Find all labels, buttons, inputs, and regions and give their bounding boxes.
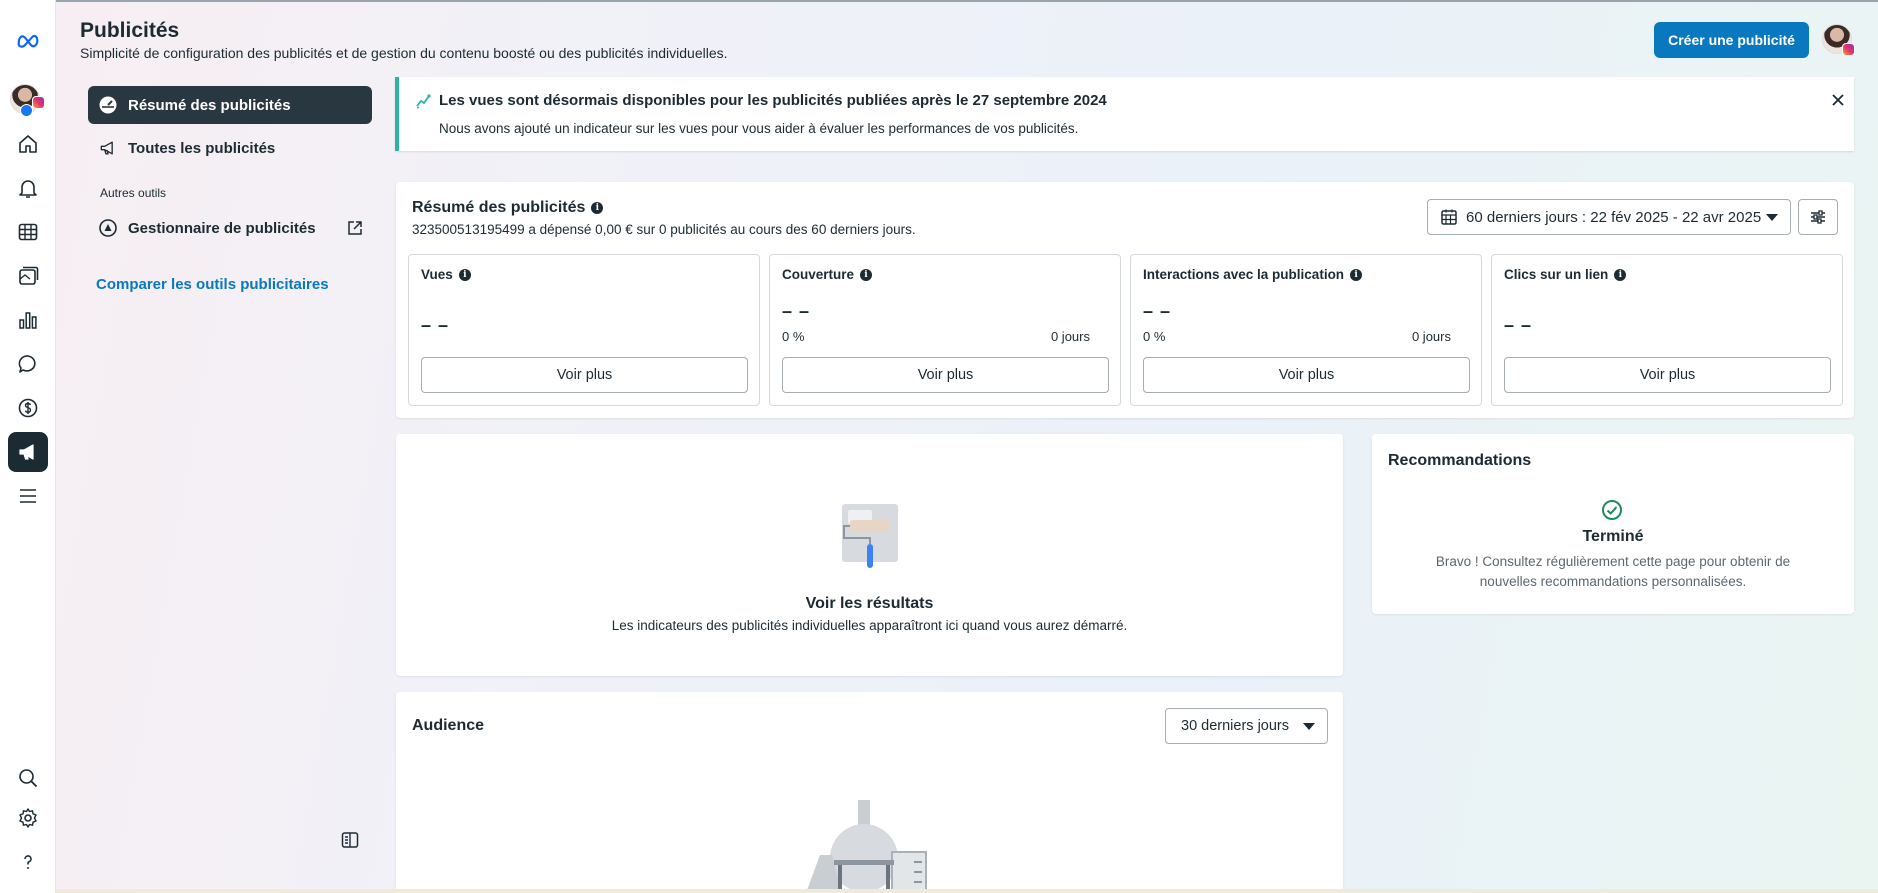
external-link-icon[interactable] [346, 219, 364, 237]
see-more-button[interactable]: Voir plus [421, 357, 748, 393]
date-range-label: 60 derniers jours : 22 fév 2025 - 22 avr… [1466, 208, 1762, 226]
metric-title: Interactions avec la publication i [1143, 267, 1363, 282]
content-icon[interactable] [8, 256, 48, 296]
message-icon[interactable] [8, 344, 48, 384]
banner-title: Les vues sont désormais disponibles pour… [439, 92, 1107, 109]
close-icon[interactable] [1829, 91, 1847, 109]
info-icon[interactable]: i [1614, 269, 1627, 281]
audience-range-label: 30 derniers jours [1181, 718, 1289, 734]
summary-description: 323500513195499 a dépensé 0,00 € sur 0 p… [412, 222, 916, 237]
results-panel: Voir les résultats Les indicateurs des p… [396, 434, 1343, 676]
metric-percent: 0 % [782, 329, 805, 344]
metric-value: – – [1504, 315, 1533, 335]
recommendations-text: Bravo ! Consultez régulièrement cette pa… [1435, 554, 1791, 589]
date-range-dropdown[interactable]: 60 derniers jours : 22 fév 2025 - 22 avr… [1427, 199, 1791, 235]
chevron-down-icon [1766, 214, 1778, 221]
account-avatar[interactable] [10, 84, 45, 118]
dashboard-icon [98, 95, 118, 115]
audience-range-dropdown[interactable]: 30 derniers jours [1165, 708, 1328, 744]
recommendations-status: Terminé [1582, 528, 1644, 545]
calendar-icon [1441, 209, 1457, 225]
meta-logo-icon[interactable] [8, 20, 48, 60]
metric-card-views: Vues i – – Voir plus [408, 254, 760, 406]
audience-panel: Audience 30 derniers jours [396, 692, 1343, 893]
see-more-button[interactable]: Voir plus [1143, 357, 1470, 393]
see-more-button[interactable]: Voir plus [1504, 357, 1831, 393]
compare-ad-tools-link[interactable]: Comparer les outils publicitaires [96, 276, 329, 293]
bell-icon[interactable] [8, 168, 48, 208]
info-icon[interactable]: i [860, 269, 873, 281]
summary-title: Résumé des publicités i [412, 199, 604, 217]
metric-value: – – [421, 315, 450, 335]
bottom-strip [56, 889, 1878, 893]
info-banner: Les vues sont désormais disponibles pour… [395, 77, 1854, 151]
sidebar-item-ads-summary[interactable]: Résumé des publicités [88, 86, 372, 124]
banner-text: Nous avons ajouté un indicateur sur les … [439, 121, 1079, 136]
page-subtitle: Simplicité de configuration des publicit… [80, 45, 728, 61]
check-circle-icon [1602, 500, 1622, 520]
ads-manager-icon [98, 218, 118, 238]
metric-value: – – [1143, 301, 1172, 321]
ads-summary-panel: Résumé des publicités i 323500513195499 a… [396, 182, 1854, 418]
gear-icon[interactable] [8, 798, 48, 838]
metric-days: 0 jours [1050, 329, 1090, 344]
info-icon[interactable]: i [458, 269, 471, 281]
metric-days: 0 jours [1411, 329, 1451, 344]
metric-card-interactions: Interactions avec la publication i – – 0 … [1130, 254, 1482, 406]
recommendations-title: Recommandations [1388, 452, 1532, 469]
sliders-icon [1811, 210, 1825, 224]
sidebar-item-ads-manager[interactable]: Gestionnaire de publicités [88, 209, 372, 247]
create-ad-button[interactable]: Créer une publicité [1654, 22, 1809, 58]
instagram-badge-icon [32, 96, 45, 109]
paint-roller-illustration [842, 504, 898, 568]
metric-title: Clics sur un lien i [1504, 267, 1627, 282]
profile-avatar[interactable] [1822, 24, 1855, 56]
page-title: Publicités [80, 19, 180, 42]
megaphone-icon[interactable] [8, 432, 48, 472]
chevron-down-icon [1303, 723, 1315, 730]
metric-card-reach: Couverture i – – 0 % 0 jours Voir plus [769, 254, 1121, 406]
section-label-other-tools: Autres outils [100, 186, 167, 200]
sidebar-item-all-ads[interactable]: Toutes les publicités [88, 129, 372, 167]
metric-card-link-clicks: Clics sur un lien i – – Voir plus [1491, 254, 1843, 406]
customize-button[interactable] [1798, 199, 1838, 235]
results-title: Voir les résultats [805, 595, 934, 612]
help-icon[interactable] [8, 842, 48, 882]
table-icon[interactable] [8, 212, 48, 252]
info-icon[interactable]: i [591, 202, 604, 214]
recommendations-panel: Recommandations Terminé Bravo ! Consulte… [1372, 434, 1854, 614]
menu-icon[interactable] [8, 476, 48, 516]
results-text: Les indicateurs des publicités individue… [611, 618, 1128, 633]
megaphone-icon [98, 138, 118, 158]
collapse-sidebar-icon[interactable] [340, 830, 360, 850]
sidebar-item-label: Résumé des publicités [128, 96, 291, 114]
window-top-border [0, 0, 1878, 2]
lab-flask-illustration [806, 800, 927, 893]
dollar-icon[interactable] [8, 388, 48, 428]
left-rail [0, 0, 56, 893]
home-icon[interactable] [8, 124, 48, 164]
metric-title: Couverture i [782, 267, 873, 282]
info-icon[interactable]: i [1350, 269, 1363, 281]
metric-title: Vues i [421, 267, 471, 282]
sidebar-item-label: Gestionnaire de publicités [128, 219, 316, 237]
search-icon[interactable] [8, 758, 48, 798]
audience-title: Audience [412, 717, 485, 734]
see-more-button[interactable]: Voir plus [782, 357, 1109, 393]
metric-value: – – [782, 301, 811, 321]
sidebar-item-label: Toutes les publicités [128, 139, 276, 157]
instagram-badge-icon [1842, 43, 1855, 56]
trend-icon [416, 94, 431, 109]
facebook-badge-icon [20, 104, 33, 117]
metric-percent: 0 % [1143, 329, 1166, 344]
insights-icon[interactable] [8, 300, 48, 340]
